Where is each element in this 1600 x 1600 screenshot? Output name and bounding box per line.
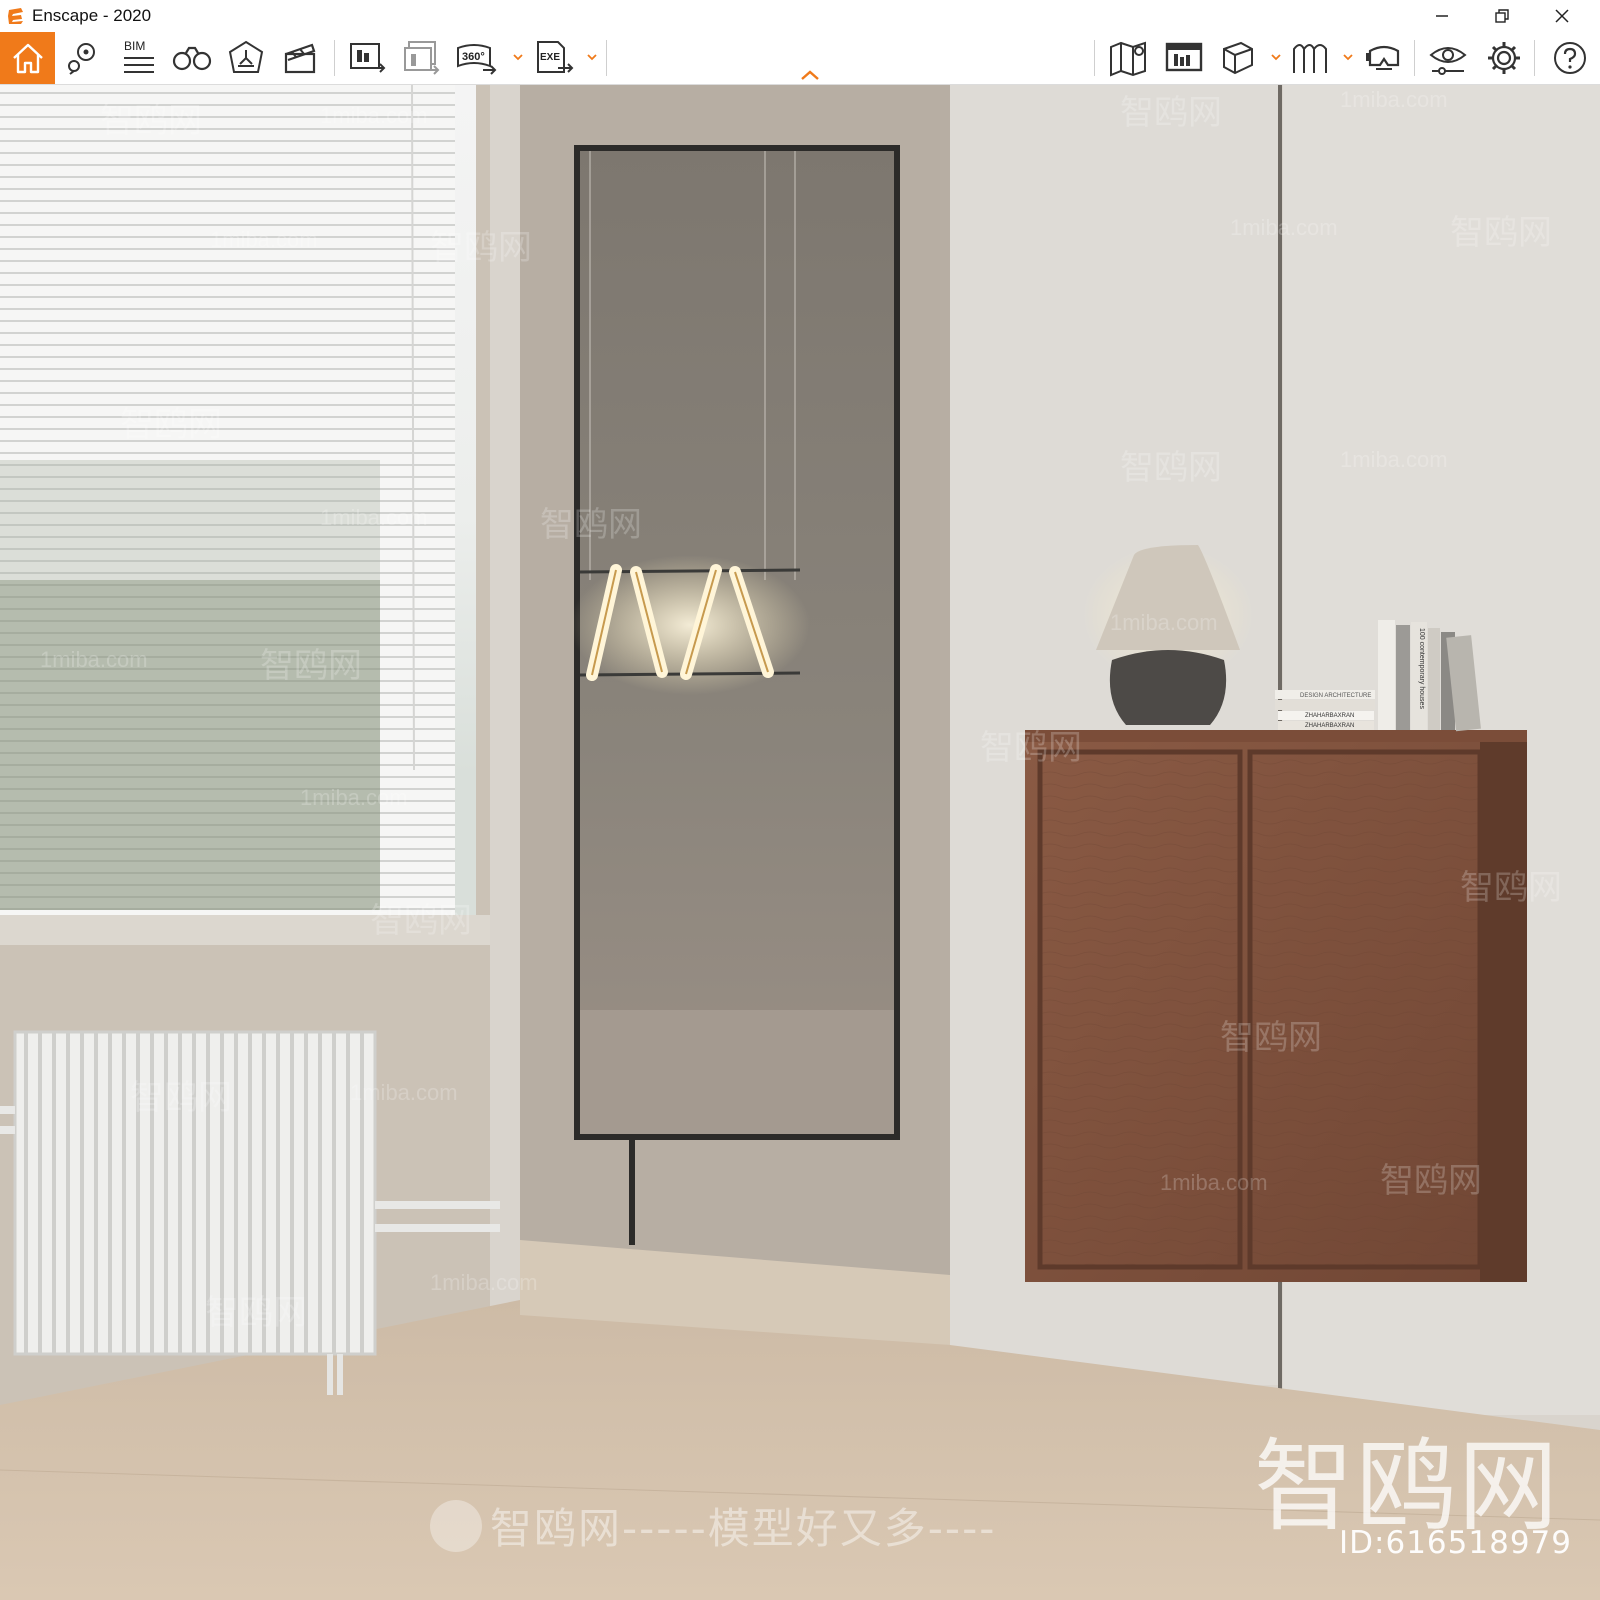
- watermark-text: 1miba.com: [320, 103, 428, 128]
- watermark-brand: 智鸥网: [1220, 1019, 1322, 1057]
- book-title: DESIGN ARCHITECTURE: [1300, 693, 1371, 699]
- bim-icon: BIM: [124, 39, 154, 73]
- asset-library-button[interactable]: [1160, 36, 1208, 80]
- help-icon: [1554, 42, 1586, 74]
- location-pin-icon: [68, 43, 95, 75]
- exe-export-icon: EXE: [537, 41, 574, 73]
- close-icon: [1555, 9, 1569, 23]
- book-spine-title: 100 contemporary houses: [1418, 628, 1425, 709]
- panorama-360-button[interactable]: 360°: [452, 36, 500, 80]
- watermark-brand: 智鸥网: [370, 902, 472, 940]
- watermark-text: 1miba.com: [40, 647, 148, 672]
- map-icon: [1110, 41, 1146, 77]
- toolbar-separator: [1414, 40, 1415, 76]
- upright-books: 100 contemporary houses: [1378, 620, 1481, 732]
- cabinet-top: [1025, 730, 1527, 742]
- video-editor-button[interactable]: [276, 36, 324, 80]
- toolbar-separator: [334, 40, 335, 76]
- window-title: Enscape - 2020: [32, 6, 152, 25]
- minimize-icon: [1436, 15, 1448, 17]
- rendered-scene: DESIGN ARCHITECTURE ZHAHARBAXRAN ZHAHARB…: [0, 85, 1600, 1600]
- bim-label: BIM: [124, 39, 145, 53]
- screenshot-export-icon: [350, 43, 386, 73]
- watermark-brand: 智鸥网: [540, 506, 642, 544]
- watermark-text: 1miba.com: [320, 505, 428, 530]
- close-button[interactable]: [1532, 0, 1592, 32]
- cube-view-icon: [1223, 41, 1253, 75]
- watermark-brand: 智鸥网: [1380, 1162, 1482, 1200]
- chevron-down-icon[interactable]: [512, 50, 524, 64]
- binoculars-icon: [172, 46, 212, 71]
- batch-export-icon: [404, 41, 440, 75]
- binoculars-button[interactable]: [168, 36, 216, 80]
- panorama-label: 360°: [462, 51, 485, 63]
- watermark-brand: 智鸥网: [120, 406, 222, 444]
- watermark-brand: 智鸥网: [1450, 214, 1552, 252]
- watermark-logo-icon: [430, 1500, 482, 1552]
- settings-button[interactable]: [1480, 36, 1528, 80]
- table-lamp-base: [1109, 650, 1227, 725]
- chevron-down-icon[interactable]: [1270, 50, 1282, 64]
- toolbar-separator: [606, 40, 607, 76]
- vr-headset-icon: [1366, 45, 1400, 70]
- panorama-360-icon: 360°: [457, 44, 497, 75]
- watermark-text: 1miba.com: [300, 785, 408, 810]
- watermark-text: 1miba.com: [1230, 215, 1338, 240]
- minimize-button[interactable]: [1412, 0, 1472, 32]
- watermark-brand: 智鸥网: [1460, 869, 1562, 907]
- watermark-bottom-banner: 智鸥网-----模型好又多----: [490, 1504, 997, 1553]
- watermark-brand: 智鸥网: [980, 729, 1082, 767]
- gear-icon: [1488, 42, 1520, 74]
- watermark-text: 1miba.com: [1340, 447, 1448, 472]
- watermark-text: 1miba.com: [430, 1270, 538, 1295]
- watermark-brand: 智鸥网: [1120, 94, 1222, 132]
- collapse-toolbar-chevron-icon[interactable]: [798, 68, 822, 82]
- exe-export-button[interactable]: EXE: [530, 36, 578, 80]
- cube-view-button[interactable]: [1214, 36, 1262, 80]
- watermark-brand: 智鸥网: [260, 647, 362, 685]
- watermark-text: 1miba.com: [1110, 610, 1218, 635]
- watermark-id: ID:616518979: [1339, 1525, 1572, 1561]
- bim-button[interactable]: BIM: [112, 36, 160, 80]
- location-pin-button[interactable]: [58, 36, 106, 80]
- watermark-brand: 智鸥网: [430, 229, 532, 267]
- watermark-brand: 智鸥网: [100, 102, 202, 140]
- home-button[interactable]: [0, 32, 55, 84]
- visual-settings-button[interactable]: [1424, 36, 1472, 80]
- watermark-brand: 智鸥网: [1120, 449, 1222, 487]
- exe-label: EXE: [540, 52, 560, 63]
- watermark-text: 1miba.com: [1340, 87, 1448, 112]
- watermark-brand: 智鸥网: [205, 1294, 307, 1332]
- watermark-text: 1miba.com: [350, 1080, 458, 1105]
- light-view-button[interactable]: [222, 36, 270, 80]
- title-bar: Enscape - 2020: [0, 0, 1600, 32]
- asset-library-icon: [1165, 42, 1203, 72]
- chevron-down-icon[interactable]: [586, 50, 598, 64]
- help-button[interactable]: [1546, 36, 1594, 80]
- materials-button[interactable]: [1286, 36, 1334, 80]
- materials-icon: [1293, 44, 1327, 73]
- visual-settings-icon: [1429, 47, 1467, 75]
- render-viewport[interactable]: DESIGN ARCHITECTURE ZHAHARBAXRAN ZHAHARB…: [0, 85, 1600, 1600]
- enscape-logo-icon: [8, 8, 23, 24]
- clapperboard-icon: [284, 43, 316, 74]
- watermark-text: 1miba.com: [1160, 1170, 1268, 1195]
- restore-icon: [1495, 9, 1509, 23]
- restore-button[interactable]: [1472, 0, 1532, 32]
- book-title: ZHAHARBAXRAN: [1305, 713, 1354, 719]
- toolbar-separator: [1534, 40, 1535, 76]
- watermark-brand: 智鸥网: [130, 1079, 232, 1117]
- book-title: ZHAHARBAXRAN: [1305, 723, 1354, 729]
- screenshot-export-button[interactable]: [344, 36, 392, 80]
- map-button[interactable]: [1104, 36, 1152, 80]
- vr-headset-button[interactable]: [1360, 36, 1408, 80]
- toolbar-separator: [1094, 40, 1095, 76]
- batch-export-button[interactable]: [398, 36, 446, 80]
- chevron-down-icon[interactable]: [1342, 50, 1354, 64]
- home-icon: [12, 43, 43, 74]
- book-stack: DESIGN ARCHITECTURE ZHAHARBAXRAN ZHAHARB…: [1275, 690, 1375, 730]
- light-view-icon: [228, 40, 264, 73]
- watermark-text: 1miba.com: [210, 227, 318, 252]
